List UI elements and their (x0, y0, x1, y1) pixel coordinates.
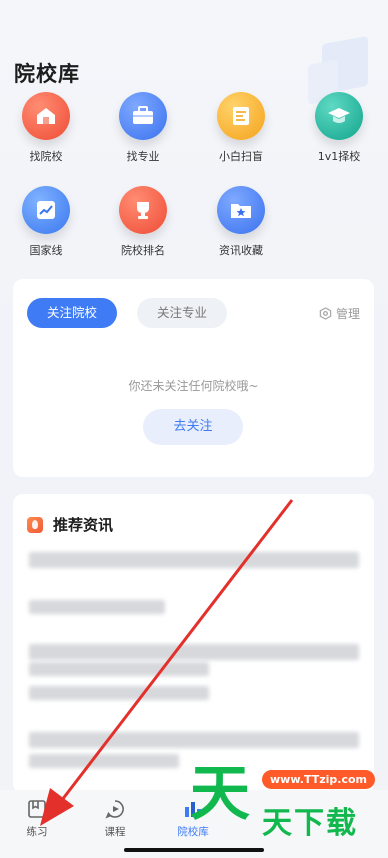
school-icon (22, 92, 70, 140)
graduation-cap-icon (315, 92, 363, 140)
app-screen: 院校库 找院校 找专业 小白扫盲 1v1择校 国家线 院校排名 资讯收藏 关注院… (0, 0, 388, 858)
blurred-news-line (29, 600, 165, 614)
grid-label: 资讯收藏 (219, 244, 263, 257)
grid-item-national-line[interactable]: 国家线 (11, 186, 81, 258)
blurred-news-line (29, 732, 359, 748)
watermark-big-char: 天 (190, 759, 250, 829)
watermark-url: www.TTzip.com (262, 770, 375, 789)
book-icon (28, 800, 46, 818)
blurred-news-line (29, 644, 359, 660)
grid-label: 1v1择校 (317, 150, 361, 163)
document-icon (217, 92, 265, 140)
trend-chart-icon (22, 186, 70, 234)
tab-courses[interactable]: 课程 (85, 798, 145, 839)
grid-label: 国家线 (29, 244, 63, 257)
grid-item-find-school[interactable]: 找院校 (11, 92, 81, 164)
briefcase-icon (119, 92, 167, 140)
grid-label: 找院校 (29, 150, 63, 163)
grid-label: 院校排名 (121, 244, 165, 257)
page-title: 院校库 (14, 62, 80, 86)
grid-label: 小白扫盲 (219, 150, 263, 163)
news-title: 推荐资讯 (53, 516, 114, 534)
manage-label: 管理 (335, 307, 360, 321)
tab-label: 练习 (26, 826, 48, 838)
tab-label: 课程 (104, 826, 126, 838)
tab-follow-schools[interactable]: 关注院校 (27, 298, 117, 328)
trophy-icon (119, 186, 167, 234)
watermark-logo: 天 www.TTzip.com 天下载 (190, 759, 380, 841)
blurred-news-line (29, 662, 209, 676)
grid-item-1v1-school-select[interactable]: 1v1择校 (304, 92, 374, 164)
star-folder-icon (217, 186, 265, 234)
go-follow-button[interactable]: 去关注 (143, 409, 243, 445)
tab-practice[interactable]: 练习 (7, 798, 67, 839)
home-indicator (124, 848, 264, 852)
follow-card: 关注院校 关注专业 管理 你还未关注任何院校哦~ 去关注 (13, 279, 374, 477)
grid-label: 找专业 (126, 150, 160, 163)
empty-state-text: 你还未关注任何院校哦~ (128, 379, 259, 393)
play-chat-icon (105, 800, 124, 819)
recommended-news-card: 推荐资讯 (13, 494, 374, 794)
grid-item-news-favorites[interactable]: 资讯收藏 (206, 186, 276, 258)
settings-icon (319, 307, 332, 320)
manage-button[interactable]: 管理 (319, 305, 360, 322)
grid-item-find-major[interactable]: 找专业 (108, 92, 178, 164)
grid-item-school-ranking[interactable]: 院校排名 (108, 186, 178, 258)
news-header: 推荐资讯 (27, 514, 113, 535)
blurred-news-line (29, 754, 179, 768)
grid-item-beginner-guide[interactable]: 小白扫盲 (206, 92, 276, 164)
watermark-text: 天下载 (262, 806, 358, 841)
blurred-news-line (29, 686, 209, 700)
tab-follow-majors[interactable]: 关注专业 (137, 298, 227, 328)
flame-icon (27, 516, 43, 533)
blurred-news-line (29, 552, 359, 568)
